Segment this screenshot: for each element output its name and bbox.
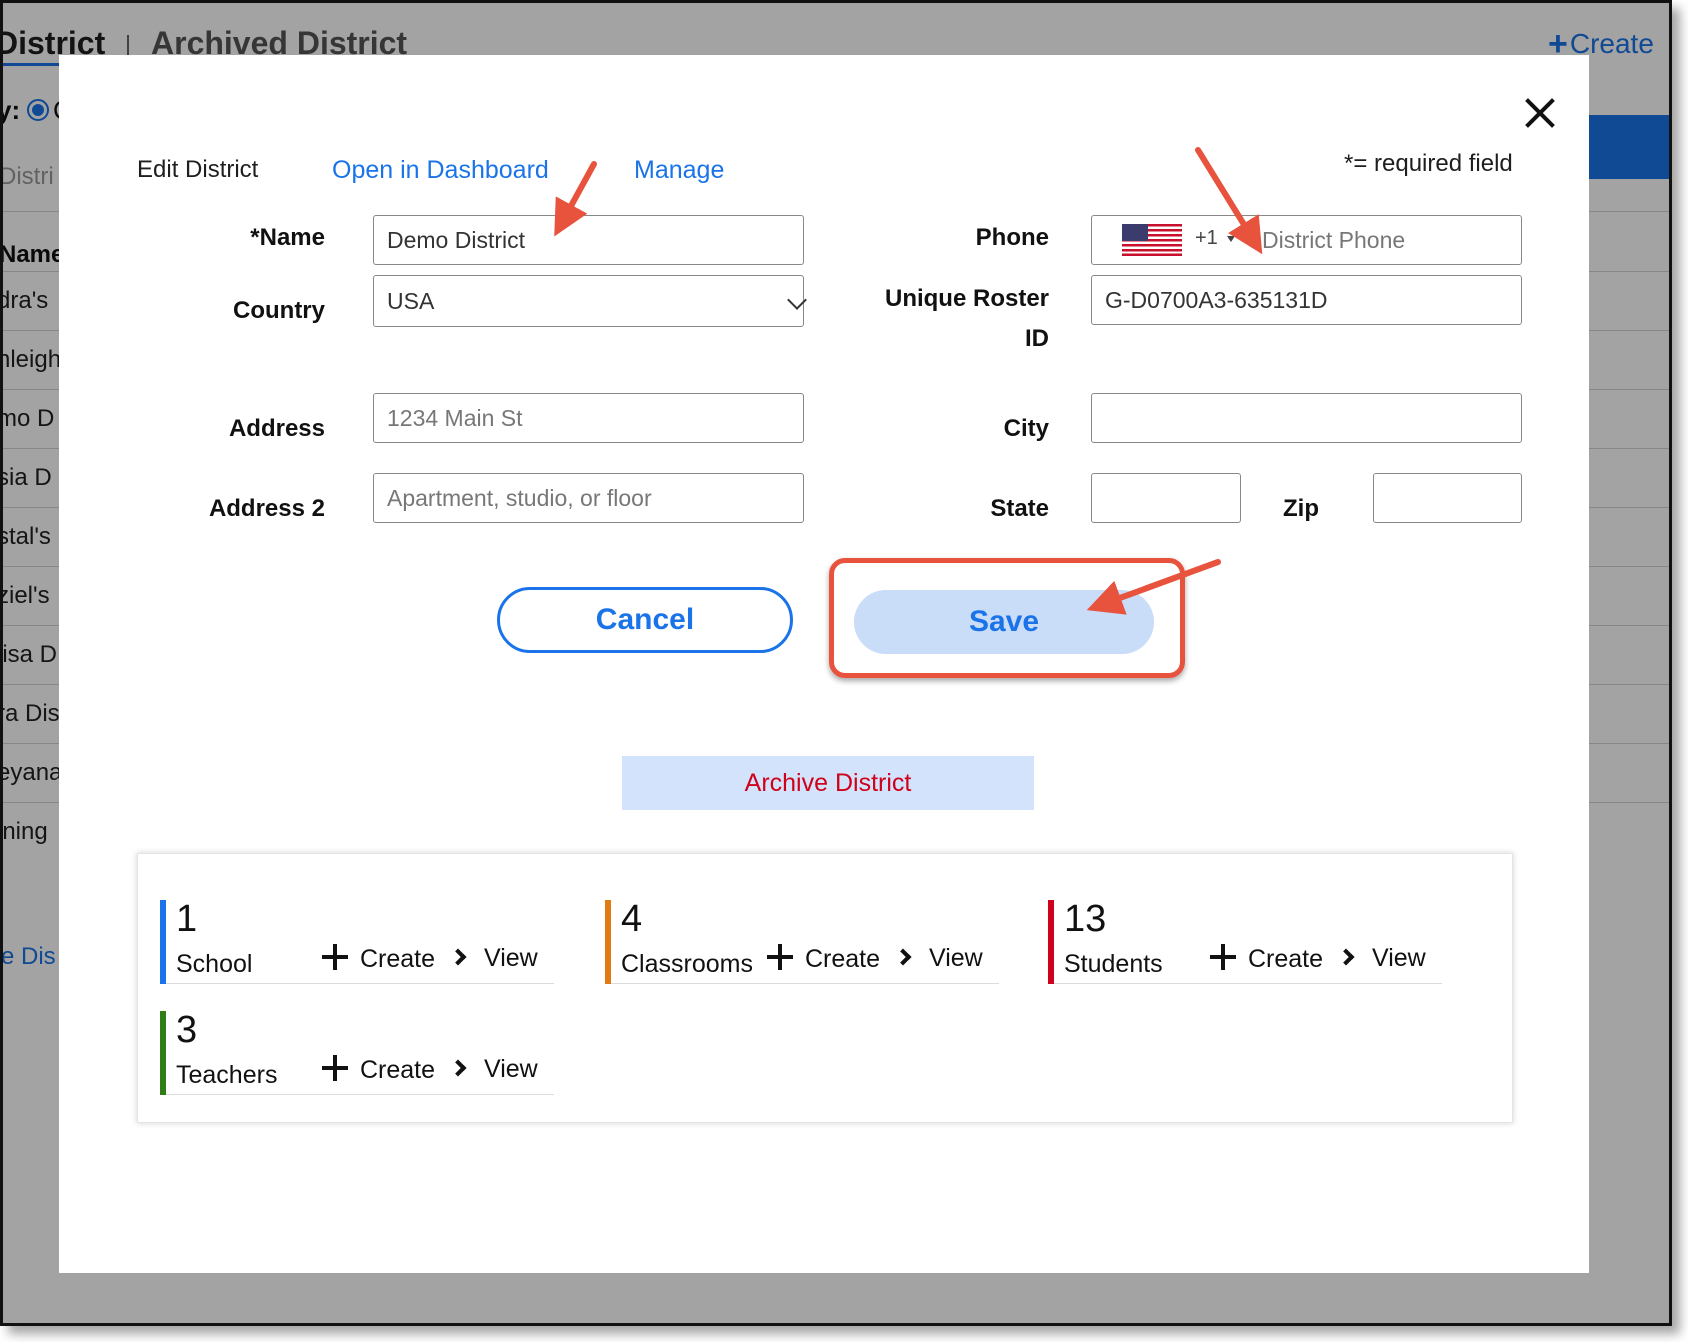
- open-in-dashboard-link[interactable]: Open in Dashboard: [332, 156, 549, 185]
- stat-label: Teachers: [176, 1061, 278, 1089]
- save-button[interactable]: Save: [854, 590, 1154, 654]
- plus-icon: [1210, 944, 1236, 970]
- archive-district-button[interactable]: Archive District: [622, 756, 1034, 810]
- view-schools-button[interactable]: View: [449, 944, 538, 973]
- view-classrooms-button[interactable]: View: [894, 944, 983, 973]
- chevron-right-icon: [449, 1059, 467, 1077]
- roster-label-line-2: ID: [1025, 325, 1049, 352]
- modal-title: Edit District: [137, 156, 259, 183]
- address-label: Address: [228, 415, 325, 442]
- stat-students: 13 Students Create View: [1048, 898, 1442, 984]
- zip-label: Zip: [1283, 495, 1319, 522]
- state-label: State: [990, 495, 1049, 522]
- zip-input[interactable]: [1373, 473, 1522, 523]
- district-stats-panel: 1 School Create View 4 Classrooms Create…: [137, 853, 1513, 1123]
- phone-field: +1: [1091, 215, 1522, 265]
- view-students-button[interactable]: View: [1337, 944, 1426, 973]
- stat-color-bar: [160, 900, 166, 984]
- stat-schools: 1 School Create View: [160, 898, 554, 984]
- address-2-label: Address 2: [208, 495, 325, 522]
- address-2-input[interactable]: [373, 473, 804, 523]
- create-student-button[interactable]: Create: [1210, 944, 1323, 974]
- roster-label-line-1: Unique Roster: [884, 285, 1049, 312]
- create-classroom-button[interactable]: Create: [767, 944, 880, 974]
- stat-color-bar: [160, 1011, 166, 1095]
- create-school-button[interactable]: Create: [322, 944, 435, 974]
- cancel-button[interactable]: Cancel: [497, 587, 793, 653]
- name-input[interactable]: [373, 215, 804, 265]
- city-input[interactable]: [1091, 393, 1522, 443]
- chevron-right-icon: [449, 948, 467, 966]
- manage-link[interactable]: Manage: [634, 156, 724, 185]
- stat-teachers: 3 Teachers Create View: [160, 1009, 554, 1095]
- stat-count: 13: [1064, 898, 1107, 940]
- edit-district-modal: Edit District Open in Dashboard Manage *…: [59, 55, 1589, 1273]
- stat-classrooms: 4 Classrooms Create View: [605, 898, 999, 984]
- address-input[interactable]: [373, 393, 804, 443]
- screenshot-frame: District Archived District +Create y: C …: [0, 0, 1672, 1326]
- city-label: City: [1003, 415, 1049, 442]
- stat-label: Classrooms: [621, 950, 753, 978]
- create-teacher-button[interactable]: Create: [322, 1055, 435, 1085]
- plus-icon: [322, 944, 348, 970]
- unique-roster-id-label: Unique Roster ID: [839, 285, 1049, 353]
- stat-color-bar: [605, 900, 611, 984]
- dial-code[interactable]: +1: [1195, 227, 1218, 250]
- view-teachers-button[interactable]: View: [449, 1055, 538, 1084]
- unique-roster-id-input[interactable]: [1091, 275, 1522, 325]
- chevron-right-icon: [894, 948, 912, 966]
- phone-input[interactable]: [1262, 216, 1517, 264]
- stat-label: Students: [1064, 950, 1163, 978]
- stat-count: 3: [176, 1009, 198, 1051]
- caret-down-icon[interactable]: [1227, 236, 1235, 242]
- required-field-note: *= required field: [1344, 150, 1513, 177]
- country-select[interactable]: USA: [373, 275, 804, 327]
- plus-icon: [322, 1055, 348, 1081]
- stat-count: 4: [621, 898, 643, 940]
- us-flag-icon[interactable]: [1122, 224, 1182, 256]
- phone-label: Phone: [975, 224, 1049, 251]
- stat-color-bar: [1048, 900, 1054, 984]
- close-icon[interactable]: [1518, 91, 1562, 135]
- country-label: Country: [233, 297, 325, 324]
- state-input[interactable]: [1091, 473, 1241, 523]
- stat-label: School: [176, 950, 253, 978]
- stat-count: 1: [176, 898, 198, 940]
- name-label: *Name: [250, 224, 325, 251]
- plus-icon: [767, 944, 793, 970]
- chevron-right-icon: [1337, 948, 1355, 966]
